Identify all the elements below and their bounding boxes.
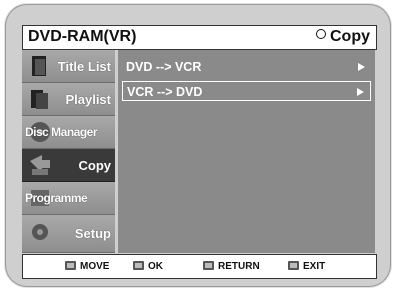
arrow-right-icon bbox=[358, 63, 365, 71]
arrow-right-icon bbox=[357, 88, 364, 96]
return-key-icon bbox=[203, 261, 214, 270]
copy-panel: DVD --> VCR VCR --> DVD bbox=[118, 50, 375, 253]
menu-item-setup[interactable]: Setup bbox=[22, 215, 115, 253]
footer-move-label: MOVE bbox=[80, 261, 110, 272]
menu-item-programme[interactable]: Programme bbox=[22, 182, 115, 215]
footer-ok-label: OK bbox=[148, 261, 163, 272]
header-bar: DVD-RAM(VR) Copy bbox=[22, 25, 377, 50]
menu-item-label: Disc Manager bbox=[25, 125, 98, 139]
menu-item-label: Playlist bbox=[65, 92, 111, 107]
option-dvd-to-vcr[interactable]: DVD --> VCR bbox=[122, 57, 371, 77]
menu-item-label: Copy bbox=[78, 158, 112, 173]
footer-bar: MOVE OK RETURN EXIT bbox=[22, 254, 377, 279]
copy-icon bbox=[30, 155, 50, 175]
menu-item-label: Programme bbox=[25, 191, 88, 205]
menu-item-disc-manager[interactable]: Disc Manager bbox=[22, 116, 115, 149]
mode-ring-icon bbox=[316, 29, 326, 39]
side-menu: Title List Playlist Disc Manager Copy Pr… bbox=[22, 50, 115, 253]
title-list-icon bbox=[32, 56, 46, 76]
ok-key-icon bbox=[133, 261, 144, 270]
footer-move: MOVE bbox=[65, 261, 109, 273]
menu-item-label: Title List bbox=[57, 59, 111, 74]
move-key-icon bbox=[65, 261, 76, 270]
option-vcr-to-dvd[interactable]: VCR --> DVD bbox=[122, 81, 371, 101]
menu-item-copy[interactable]: Copy bbox=[22, 149, 115, 182]
footer-exit: EXIT bbox=[288, 261, 325, 273]
option-label: DVD --> VCR bbox=[126, 60, 202, 74]
footer-return: RETURN bbox=[203, 261, 260, 273]
menu-item-playlist[interactable]: Playlist bbox=[22, 83, 115, 116]
menu-item-title-list[interactable]: Title List bbox=[22, 50, 115, 83]
menu-item-label: Setup bbox=[74, 226, 111, 241]
disc-type-title: DVD-RAM(VR) bbox=[28, 28, 137, 45]
option-label: VCR --> DVD bbox=[127, 85, 203, 99]
mode-indicator: Copy bbox=[316, 28, 370, 46]
footer-exit-label: EXIT bbox=[303, 261, 326, 272]
playlist-icon bbox=[31, 90, 48, 109]
mode-label: Copy bbox=[330, 28, 370, 45]
exit-key-icon bbox=[288, 261, 299, 270]
footer-ok: OK bbox=[133, 261, 163, 273]
setup-icon bbox=[32, 224, 48, 240]
footer-return-label: RETURN bbox=[218, 261, 260, 272]
